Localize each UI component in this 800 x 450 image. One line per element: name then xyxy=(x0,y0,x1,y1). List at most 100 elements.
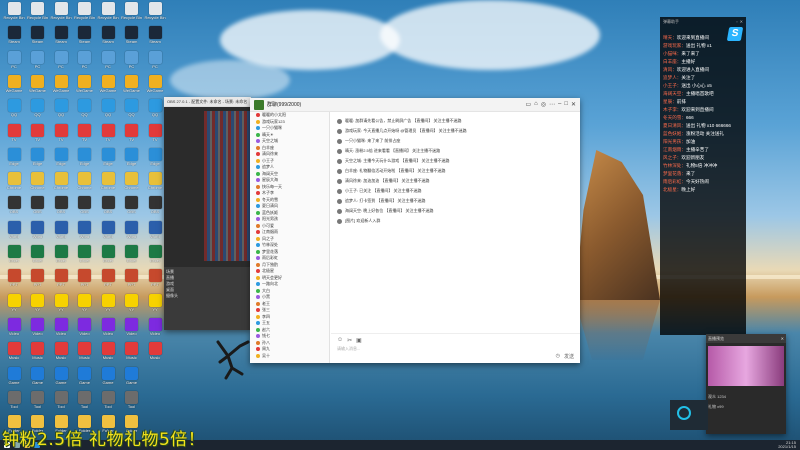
obs-titlebar[interactable]: OBS 27.0.1 - 配置文件: 未命名 - 场景: 未命名 xyxy=(164,97,251,107)
desktop-icon[interactable]: Video xyxy=(27,317,49,336)
desktop-icon[interactable]: Edge xyxy=(121,147,143,166)
obs-scene-item[interactable]: 摄像头 xyxy=(166,293,249,299)
chat-message[interactable]: 追梦人: 打卡签到 【直播间】 关注主播不迷路 xyxy=(337,196,574,206)
desktop-icon[interactable]: YY xyxy=(144,293,166,312)
desktop-icon[interactable]: Excel xyxy=(144,245,166,263)
desktop-icon[interactable]: Chrome xyxy=(3,172,25,190)
desktop-icon[interactable]: PPT xyxy=(97,269,119,287)
desktop-icon[interactable]: Edge xyxy=(50,147,72,166)
close-icon[interactable]: ✕ xyxy=(571,101,576,108)
desktop-icon[interactable]: Game xyxy=(50,366,72,385)
pin-icon[interactable]: ▫ xyxy=(736,19,737,24)
assistant-ring-icon[interactable] xyxy=(677,406,691,420)
history-icon[interactable]: ◷ xyxy=(556,353,560,360)
desktop-icon[interactable]: OBS xyxy=(144,196,166,214)
desktop-icon[interactable]: TV xyxy=(121,123,143,142)
desktop-icon[interactable]: QQ xyxy=(74,99,96,117)
desktop-icon[interactable]: Video xyxy=(50,317,72,336)
desktop-icon[interactable]: PPT xyxy=(50,269,72,287)
desktop-icon[interactable]: Recycle Bin xyxy=(97,2,119,20)
desktop-icon[interactable]: Steam xyxy=(3,26,25,44)
desktop-icon[interactable]: Word xyxy=(97,220,119,239)
desktop-icon[interactable]: Edge xyxy=(3,147,25,166)
desktop-icon[interactable]: Word xyxy=(27,220,49,239)
desktop-icon[interactable]: QQ xyxy=(3,99,25,117)
desktop-icon[interactable]: Steam xyxy=(144,26,166,44)
desktop-icon[interactable]: YY xyxy=(97,293,119,312)
desktop-icon[interactable]: YY xyxy=(50,293,72,312)
desktop-icon[interactable]: OBS xyxy=(27,196,49,214)
desktop-icon[interactable]: Tool xyxy=(97,390,119,409)
desktop-icon[interactable]: PC xyxy=(27,50,49,69)
desktop-icon[interactable]: Game xyxy=(27,366,49,385)
desktop-icon[interactable]: Chrome xyxy=(97,172,119,190)
desktop-icon[interactable]: Music xyxy=(3,342,25,360)
desktop-icon[interactable]: Word xyxy=(50,220,72,239)
desktop-icon[interactable]: Chrome xyxy=(74,172,96,190)
close-icon[interactable]: ✕ xyxy=(781,336,784,341)
desktop-icon[interactable]: Tool xyxy=(50,390,72,409)
desktop-icon[interactable]: Music xyxy=(97,342,119,360)
chat-message[interactable]: [图片] 欢迎新人入群 xyxy=(337,216,574,226)
desktop-icon[interactable]: Recycle Bin xyxy=(27,2,49,20)
chat-message[interactable]: 晴天: 涨粉2.5倍 进来看看 【直播间】 关注主播不迷路 xyxy=(337,146,574,156)
desktop-icon[interactable]: QQ xyxy=(97,99,119,117)
chat-message[interactable]: 天空之城: 主播今天玩什么游戏 【直播间】 关注主播不迷路 xyxy=(337,156,574,166)
desktop-icon[interactable]: Excel xyxy=(121,245,143,263)
desktop-icon[interactable]: PPT xyxy=(144,269,166,287)
desktop-icon[interactable]: Word xyxy=(3,220,25,239)
desktop-icon[interactable]: Video xyxy=(121,317,143,336)
desktop-icon[interactable]: PC xyxy=(50,50,72,69)
desktop-icon[interactable]: Recycle Bin xyxy=(74,2,96,20)
desktop-icon[interactable]: PC xyxy=(144,50,166,69)
desktop-icon[interactable]: Game xyxy=(3,366,25,385)
chat-message[interactable]: 暖暖: 加群请先看公告，禁止刷屏广告 【直播间】 关注主播不迷路 xyxy=(337,116,574,126)
desktop-icon[interactable]: Recycle Bin xyxy=(121,2,143,20)
maximize-icon[interactable]: □ xyxy=(564,101,568,108)
desktop-icon[interactable]: QQ xyxy=(50,99,72,117)
desktop-icon[interactable]: Music xyxy=(144,342,166,360)
desktop-icon[interactable]: Excel xyxy=(27,245,49,263)
desktop-icon[interactable]: Recycle Bin xyxy=(50,2,72,20)
popup-titlebar[interactable]: 直播预览 ✕ xyxy=(706,334,786,343)
desktop-icon[interactable]: TV xyxy=(97,123,119,142)
desktop-icon[interactable]: Edge xyxy=(74,147,96,166)
image-icon[interactable]: ▣ xyxy=(356,337,362,344)
assistant-widget[interactable] xyxy=(670,400,708,430)
desktop-icon[interactable]: Steam xyxy=(74,26,96,44)
desktop-icon[interactable]: PC xyxy=(74,50,96,69)
desktop-icon[interactable]: WeGame xyxy=(74,74,96,93)
desktop-icon[interactable]: Chrome xyxy=(121,172,143,190)
chat-message[interactable]: 游戏玩家: 今天直播几点开始呀 @管理员 【直播间】 关注主播不迷路 xyxy=(337,126,574,136)
desktop-icon[interactable]: Steam xyxy=(121,26,143,44)
desktop-icon[interactable]: Recycle Bin xyxy=(144,2,166,20)
desktop-icon[interactable]: YY xyxy=(121,293,143,312)
desktop-icon[interactable]: OBS xyxy=(121,196,143,214)
desktop-icon[interactable]: WeGame xyxy=(50,74,72,93)
desktop-icon[interactable]: Tool xyxy=(27,390,49,409)
desktop-icon[interactable]: Chrome xyxy=(50,172,72,190)
desktop-icon[interactable]: Game xyxy=(97,366,119,385)
desktop-icon[interactable]: Game xyxy=(74,366,96,385)
desktop-icon[interactable]: Excel xyxy=(3,245,25,263)
home-icon[interactable]: ⌂ xyxy=(534,101,538,108)
desktop-icon[interactable]: Music xyxy=(50,342,72,360)
close-icon[interactable]: ✕ xyxy=(740,19,743,24)
message-input[interactable]: 请输入消息... xyxy=(337,346,574,352)
desktop-icon[interactable]: Music xyxy=(74,342,96,360)
game-icon[interactable]: ◎ xyxy=(541,101,546,108)
desktop-icon[interactable]: OBS xyxy=(74,196,96,214)
desktop-icon[interactable]: Edge xyxy=(27,147,49,166)
desktop-icon[interactable]: Excel xyxy=(74,245,96,263)
desktop-icon[interactable]: PPT xyxy=(27,269,49,287)
desktop-icon[interactable]: WeGame xyxy=(97,74,119,93)
member-list[interactable]: 暖暖的小太阳 游戏玩家123 一只小猫咪 晴天☀ 天空之城 白羊座 清风徐来 小王子 追梦人 海阔… xyxy=(250,112,330,363)
chat-message[interactable]: 小王子: 已关注 【直播间】 关注主播不迷路 xyxy=(337,186,574,196)
desktop-icon[interactable]: Recycle Bin xyxy=(3,2,25,20)
desktop-icon[interactable]: Word xyxy=(144,220,166,239)
desktop-icon[interactable]: QQ xyxy=(121,99,143,117)
obs-window[interactable]: OBS 27.0.1 - 配置文件: 未命名 - 场景: 未命名 场景 直播 游戏桌… xyxy=(164,97,251,330)
minimize-icon[interactable]: – xyxy=(558,101,561,108)
desktop-icon[interactable]: Tool xyxy=(121,390,143,409)
desktop-icon[interactable]: Edge xyxy=(144,147,166,166)
